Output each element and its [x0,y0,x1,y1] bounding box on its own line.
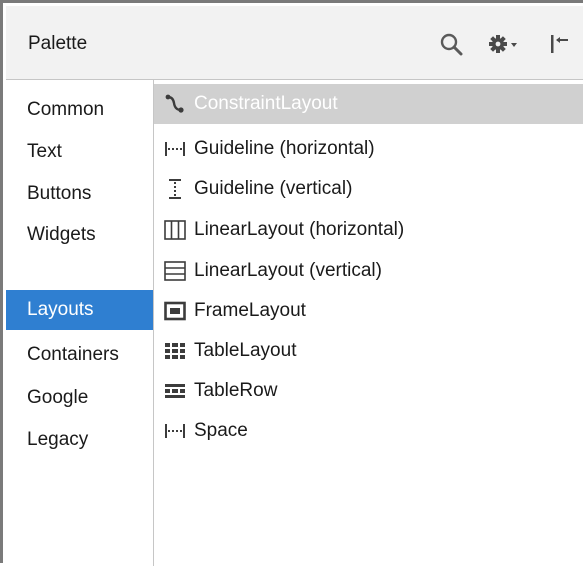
item-label: Space [194,420,248,441]
category-legacy[interactable]: Legacy [6,420,153,460]
table-row-icon [164,380,186,402]
category-layouts[interactable]: Layouts [6,290,153,330]
constraint-layout-icon [164,93,186,115]
category-label: Text [27,141,62,162]
item-label: FrameLayout [194,300,306,321]
palette-panel: Palette Common Text Buttons Widgets Layo… [0,0,583,566]
item-label: Guideline (horizontal) [194,138,375,159]
hide-panel-button[interactable] [542,26,576,62]
category-label: Common [27,99,105,120]
item-frame-layout[interactable]: FrameLayout [154,291,583,331]
item-table-layout[interactable]: TableLayout [154,331,583,371]
item-linear-layout-horizontal[interactable]: LinearLayout (horizontal) [154,210,583,250]
category-label: Widgets [27,224,96,245]
item-table-row[interactable]: TableRow [154,371,583,411]
category-buttons[interactable]: Buttons [6,174,153,214]
item-label: Guideline (vertical) [194,178,353,199]
item-guideline-horizontal[interactable]: Guideline (horizontal) [154,129,583,169]
guideline-vertical-icon [164,178,186,200]
guideline-horizontal-icon [164,138,186,160]
category-text[interactable]: Text [6,132,153,172]
palette-title: Palette [28,33,88,54]
frame-layout-icon [164,300,186,322]
search-button[interactable] [431,26,471,62]
search-icon [439,32,463,56]
category-label: Google [27,387,89,408]
item-guideline-vertical[interactable]: Guideline (vertical) [154,169,583,209]
category-common[interactable]: Common [6,90,153,130]
gear-dropdown-icon [487,33,519,55]
item-label: TableLayout [194,340,297,361]
item-constraint-layout[interactable]: ConstraintLayout [154,84,583,124]
category-list: Common Text Buttons Widgets Layouts Cont… [6,80,154,566]
category-label: Buttons [27,183,92,204]
item-label: ConstraintLayout [194,93,338,114]
category-label: Legacy [27,429,89,450]
item-label: LinearLayout (vertical) [194,260,382,281]
space-icon [164,420,186,442]
linear-layout-vertical-icon [164,260,186,282]
hide-panel-icon [547,32,571,56]
item-space[interactable]: Space [154,411,583,451]
table-layout-icon [164,340,186,362]
palette-header: Palette [6,6,583,80]
item-linear-layout-vertical[interactable]: LinearLayout (vertical) [154,251,583,291]
category-label: Layouts [27,299,94,320]
category-widgets[interactable]: Widgets [6,215,153,255]
item-label: TableRow [194,380,278,401]
category-label: Containers [27,344,119,365]
settings-dropdown-button[interactable] [483,26,523,62]
category-containers[interactable]: Containers [6,335,153,375]
item-label: LinearLayout (horizontal) [194,219,405,240]
palette-item-list: ConstraintLayout Guideline (horizontal) [154,80,583,566]
linear-layout-horizontal-icon [164,219,186,241]
category-google[interactable]: Google [6,378,153,418]
